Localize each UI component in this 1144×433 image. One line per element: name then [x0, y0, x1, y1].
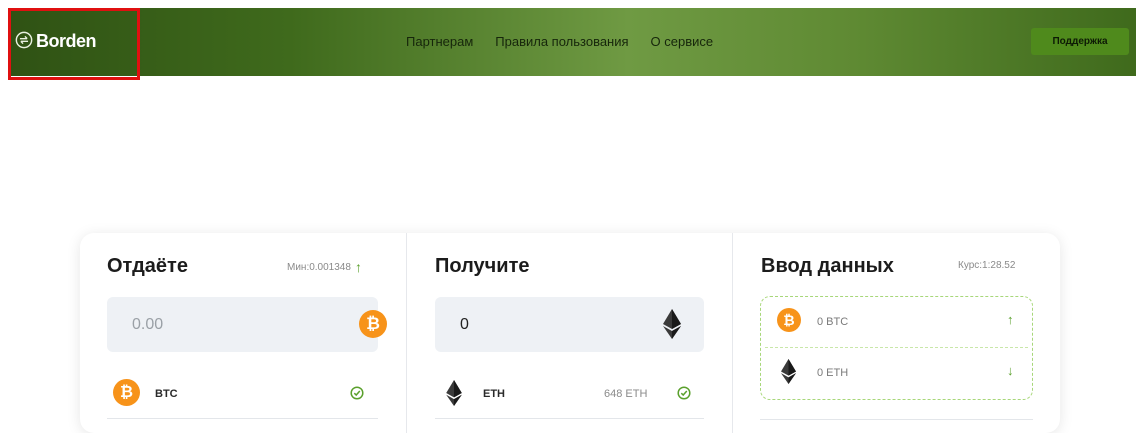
bitcoin-icon: ₿ [359, 310, 387, 338]
support-button[interactable]: Поддержка [1031, 28, 1129, 55]
bitcoin-icon: ₿ [777, 308, 801, 332]
row-divider [435, 418, 704, 419]
panel-divider [765, 347, 1028, 348]
give-amount-input[interactable]: 0.00 ₿ [107, 297, 387, 352]
input-data-title: Ввод данных [761, 255, 894, 277]
nav-about[interactable]: О сервисе [651, 34, 714, 49]
exchange-circle-icon [15, 31, 33, 49]
row-divider [107, 418, 378, 419]
logo-highlight[interactable]: Borden [8, 8, 140, 80]
receive-title: Получите [435, 255, 530, 277]
nav-partners[interactable]: Партнерам [406, 34, 473, 49]
arrow-up-icon: ↑ [354, 259, 362, 275]
summary-receive: 0 ETH [817, 367, 849, 379]
ethereum-icon [663, 309, 681, 339]
receive-currency-row[interactable] [435, 371, 704, 415]
exchange-summary-panel: ₿ 0 BTC ↑ 0 ETH ↓ [760, 296, 1033, 400]
receive-amount-value: 0 [460, 316, 469, 333]
column-divider [732, 233, 733, 433]
min-label: Мин:0.001348 [287, 261, 351, 273]
give-currency-row[interactable] [107, 371, 378, 415]
ethereum-icon [781, 359, 796, 384]
min-amount: Мин:0.001348 ↑ [287, 259, 362, 275]
give-title: Отдаёте [107, 255, 188, 277]
give-amount-placeholder: 0.00 [132, 316, 164, 333]
summary-give: 0 BTC [817, 316, 849, 328]
column-divider [406, 233, 407, 433]
exchange-card: Отдаёте Мин:0.001348 ↑ 0.00 ₿ ₿ BTC Полу… [80, 233, 1060, 433]
main-nav: Партнерам Правила пользования О сервисе [406, 34, 713, 49]
row-divider [760, 419, 1033, 420]
logo-text: Borden [36, 31, 97, 51]
arrow-down-icon: ↓ [1007, 363, 1014, 378]
arrow-up-icon: ↑ [1007, 312, 1014, 327]
receive-amount-input[interactable]: 0 [435, 297, 704, 352]
exchange-rate: Курс:1:28.52 [958, 260, 1016, 271]
nav-terms[interactable]: Правила пользования [495, 34, 628, 49]
